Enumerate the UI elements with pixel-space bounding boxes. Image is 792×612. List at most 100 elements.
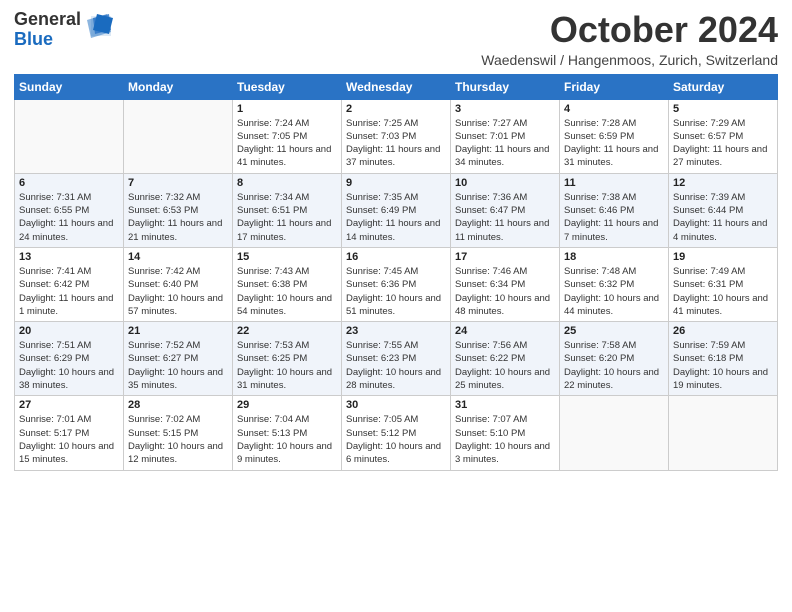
day-number: 22 [237, 325, 337, 337]
day-number: 24 [455, 325, 555, 337]
day-info: Sunrise: 7:34 AMSunset: 6:51 PMDaylight:… [237, 191, 337, 244]
day-number: 9 [346, 177, 446, 189]
calendar-cell: 25 Sunrise: 7:58 AMSunset: 6:20 PMDayligh… [560, 322, 669, 396]
day-number: 8 [237, 177, 337, 189]
day-number: 16 [346, 251, 446, 263]
calendar-header-row: Sunday Monday Tuesday Wednesday Thursday… [15, 74, 778, 99]
week-row-4: 20 Sunrise: 7:51 AMSunset: 6:29 PMDayligh… [15, 322, 778, 396]
calendar-cell: 2 Sunrise: 7:25 AMSunset: 7:03 PMDaylight… [342, 99, 451, 173]
day-number: 14 [128, 251, 228, 263]
day-number: 12 [673, 177, 773, 189]
logo-icon [83, 12, 115, 48]
col-wednesday: Wednesday [342, 74, 451, 99]
day-number: 28 [128, 399, 228, 411]
day-number: 6 [19, 177, 119, 189]
calendar-cell: 6Sunrise: 7:31 AMSunset: 6:55 PMDaylight… [15, 173, 124, 247]
day-number: 31 [455, 399, 555, 411]
calendar-cell [15, 99, 124, 173]
day-info: Sunrise: 7:55 AMSunset: 6:23 PMDaylight:… [346, 339, 446, 392]
calendar-cell: 30 Sunrise: 7:05 AMSunset: 5:12 PMDayligh… [342, 396, 451, 470]
col-saturday: Saturday [669, 74, 778, 99]
day-number: 5 [673, 103, 773, 115]
day-info: Sunrise: 7:07 AMSunset: 5:10 PMDaylight:… [455, 413, 555, 466]
calendar-cell: 8 Sunrise: 7:34 AMSunset: 6:51 PMDaylight… [233, 173, 342, 247]
day-number: 25 [564, 325, 664, 337]
week-row-2: 6Sunrise: 7:31 AMSunset: 6:55 PMDaylight… [15, 173, 778, 247]
day-number: 20 [19, 325, 119, 337]
calendar-cell: 11 Sunrise: 7:38 AMSunset: 6:46 PMDayligh… [560, 173, 669, 247]
day-info: Sunrise: 7:35 AMSunset: 6:49 PMDaylight:… [346, 191, 446, 244]
calendar-cell: 5 Sunrise: 7:29 AMSunset: 6:57 PMDaylight… [669, 99, 778, 173]
day-info: Sunrise: 7:42 AMSunset: 6:40 PMDaylight:… [128, 265, 228, 318]
day-number: 29 [237, 399, 337, 411]
day-info: Sunrise: 7:51 AMSunset: 6:29 PMDaylight:… [19, 339, 119, 392]
day-info: Sunrise: 7:56 AMSunset: 6:22 PMDaylight:… [455, 339, 555, 392]
day-number: 19 [673, 251, 773, 263]
day-info: Sunrise: 7:36 AMSunset: 6:47 PMDaylight:… [455, 191, 555, 244]
col-sunday: Sunday [15, 74, 124, 99]
calendar-cell: 21Sunrise: 7:52 AMSunset: 6:27 PMDayligh… [124, 322, 233, 396]
day-info: Sunrise: 7:28 AMSunset: 6:59 PMDaylight:… [564, 117, 664, 170]
calendar-cell: 31 Sunrise: 7:07 AMSunset: 5:10 PMDayligh… [451, 396, 560, 470]
calendar-cell: 17 Sunrise: 7:46 AMSunset: 6:34 PMDayligh… [451, 247, 560, 321]
calendar-cell: 29 Sunrise: 7:04 AMSunset: 5:13 PMDayligh… [233, 396, 342, 470]
day-number: 1 [237, 103, 337, 115]
day-info: Sunrise: 7:59 AMSunset: 6:18 PMDaylight:… [673, 339, 773, 392]
calendar-cell: 4 Sunrise: 7:28 AMSunset: 6:59 PMDaylight… [560, 99, 669, 173]
day-info: Sunrise: 7:38 AMSunset: 6:46 PMDaylight:… [564, 191, 664, 244]
day-info: Sunrise: 7:25 AMSunset: 7:03 PMDaylight:… [346, 117, 446, 170]
calendar-cell: 3 Sunrise: 7:27 AMSunset: 7:01 PMDaylight… [451, 99, 560, 173]
day-info: Sunrise: 7:58 AMSunset: 6:20 PMDaylight:… [564, 339, 664, 392]
day-number: 15 [237, 251, 337, 263]
calendar-cell: 7 Sunrise: 7:32 AMSunset: 6:53 PMDaylight… [124, 173, 233, 247]
calendar-cell: 14 Sunrise: 7:42 AMSunset: 6:40 PMDayligh… [124, 247, 233, 321]
col-monday: Monday [124, 74, 233, 99]
day-info: Sunrise: 7:32 AMSunset: 6:53 PMDaylight:… [128, 191, 228, 244]
calendar-cell: 1 Sunrise: 7:24 AMSunset: 7:05 PMDaylight… [233, 99, 342, 173]
calendar-table: Sunday Monday Tuesday Wednesday Thursday… [14, 74, 778, 471]
col-friday: Friday [560, 74, 669, 99]
calendar-cell: 26 Sunrise: 7:59 AMSunset: 6:18 PMDayligh… [669, 322, 778, 396]
day-info: Sunrise: 7:29 AMSunset: 6:57 PMDaylight:… [673, 117, 773, 170]
day-info: Sunrise: 7:02 AMSunset: 5:15 PMDaylight:… [128, 413, 228, 466]
page: General Blue October 2024 Waedenswil / H… [0, 0, 792, 612]
day-info: Sunrise: 7:05 AMSunset: 5:12 PMDaylight:… [346, 413, 446, 466]
day-info: Sunrise: 7:53 AMSunset: 6:25 PMDaylight:… [237, 339, 337, 392]
month-title: October 2024 [481, 10, 778, 50]
day-number: 11 [564, 177, 664, 189]
day-number: 18 [564, 251, 664, 263]
logo-text: General Blue [14, 10, 115, 50]
day-number: 4 [564, 103, 664, 115]
day-number: 26 [673, 325, 773, 337]
calendar-cell: 15 Sunrise: 7:43 AMSunset: 6:38 PMDayligh… [233, 247, 342, 321]
calendar-cell: 13Sunrise: 7:41 AMSunset: 6:42 PMDayligh… [15, 247, 124, 321]
day-info: Sunrise: 7:04 AMSunset: 5:13 PMDaylight:… [237, 413, 337, 466]
calendar-cell: 23Sunrise: 7:55 AMSunset: 6:23 PMDayligh… [342, 322, 451, 396]
day-info: Sunrise: 7:24 AMSunset: 7:05 PMDaylight:… [237, 117, 337, 170]
day-info: Sunrise: 7:48 AMSunset: 6:32 PMDaylight:… [564, 265, 664, 318]
calendar-cell [560, 396, 669, 470]
logo-blue: Blue [14, 29, 53, 49]
week-row-1: 1 Sunrise: 7:24 AMSunset: 7:05 PMDaylight… [15, 99, 778, 173]
day-number: 2 [346, 103, 446, 115]
calendar-cell: 20 Sunrise: 7:51 AMSunset: 6:29 PMDayligh… [15, 322, 124, 396]
day-info: Sunrise: 7:46 AMSunset: 6:34 PMDaylight:… [455, 265, 555, 318]
calendar-cell [669, 396, 778, 470]
day-number: 7 [128, 177, 228, 189]
day-info: Sunrise: 7:41 AMSunset: 6:42 PMDaylight:… [19, 265, 119, 318]
day-number: 30 [346, 399, 446, 411]
day-info: Sunrise: 7:43 AMSunset: 6:38 PMDaylight:… [237, 265, 337, 318]
day-info: Sunrise: 7:27 AMSunset: 7:01 PMDaylight:… [455, 117, 555, 170]
calendar-cell: 19Sunrise: 7:49 AMSunset: 6:31 PMDayligh… [669, 247, 778, 321]
location: Waedenswil / Hangenmoos, Zurich, Switzer… [481, 52, 778, 68]
calendar-cell: 24 Sunrise: 7:56 AMSunset: 6:22 PMDayligh… [451, 322, 560, 396]
day-info: Sunrise: 7:39 AMSunset: 6:44 PMDaylight:… [673, 191, 773, 244]
title-block: October 2024 Waedenswil / Hangenmoos, Zu… [481, 10, 778, 68]
day-number: 17 [455, 251, 555, 263]
calendar-cell: 16Sunrise: 7:45 AMSunset: 6:36 PMDayligh… [342, 247, 451, 321]
day-number: 27 [19, 399, 119, 411]
day-info: Sunrise: 7:01 AMSunset: 5:17 PMDaylight:… [19, 413, 119, 466]
logo: General Blue [14, 10, 115, 50]
day-number: 3 [455, 103, 555, 115]
calendar-cell: 9 Sunrise: 7:35 AMSunset: 6:49 PMDaylight… [342, 173, 451, 247]
